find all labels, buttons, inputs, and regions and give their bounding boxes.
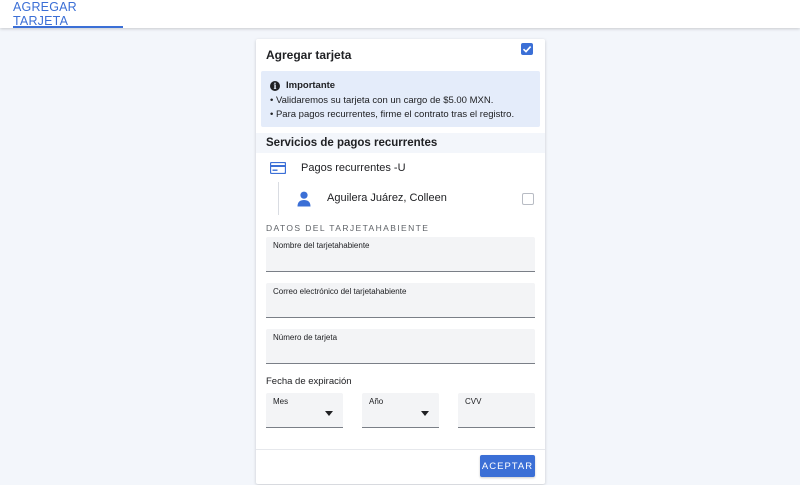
- recurring-services-header: Servicios de pagos recurrentes: [256, 133, 545, 153]
- person-icon: [297, 191, 311, 207]
- service-checkbox[interactable]: [521, 43, 533, 55]
- cardholder-name-field[interactable]: Nombre del tarjetahabiente: [266, 237, 535, 272]
- cvv-label: CVV: [465, 397, 482, 406]
- notice-line-charge: • Validaremos su tarjeta con un cargo de…: [270, 95, 494, 106]
- dropdown-caret-icon: [421, 411, 429, 416]
- year-select[interactable]: Año: [362, 393, 439, 428]
- field-label: Número de tarjeta: [273, 333, 338, 342]
- cardholder-heading: DATOS DEL TARJETAHABIENTE: [266, 223, 430, 233]
- dropdown-caret-icon: [325, 411, 333, 416]
- info-icon: i: [270, 80, 280, 91]
- top-tab-bar: AGREGAR TARJETA: [0, 0, 800, 28]
- footer-divider: [256, 449, 545, 450]
- tab-agregar-tarjeta[interactable]: AGREGAR TARJETA: [13, 0, 123, 28]
- tab-active-indicator: [13, 26, 123, 28]
- notice-title: Importante: [286, 80, 336, 91]
- credit-card-icon: [270, 162, 286, 174]
- person-checkbox[interactable]: [522, 193, 534, 205]
- notice-header: i Importante: [270, 80, 335, 91]
- card-title: Agregar tarjeta: [266, 48, 352, 62]
- card-number-field[interactable]: Número de tarjeta: [266, 329, 535, 364]
- cardholder-email-field[interactable]: Correo electrónico del tarjetahabiente: [266, 283, 535, 318]
- check-icon: [522, 46, 532, 53]
- field-label: Nombre del tarjetahabiente: [273, 241, 370, 250]
- month-select[interactable]: Mes: [266, 393, 343, 428]
- field-label: Correo electrónico del tarjetahabiente: [273, 287, 407, 296]
- service-label: Pagos recurrentes -U: [301, 162, 406, 174]
- year-label: Año: [369, 397, 384, 406]
- accept-button[interactable]: ACEPTAR: [480, 455, 535, 477]
- add-card-panel: Agregar tarjeta i Importante • Validarem…: [256, 39, 545, 484]
- section-title: Servicios de pagos recurrentes: [266, 137, 438, 149]
- cvv-field[interactable]: CVV: [458, 393, 535, 428]
- month-label: Mes: [273, 397, 289, 406]
- person-item: Aguilera Juárez, Colleen: [256, 189, 545, 209]
- person-name: Aguilera Juárez, Colleen: [327, 192, 447, 204]
- tab-label: AGREGAR TARJETA: [13, 0, 77, 28]
- notice-line-contract: • Para pagos recurrentes, firme el contr…: [270, 109, 515, 120]
- important-notice: i Importante • Validaremos su tarjeta co…: [261, 71, 540, 127]
- service-item-recurring: Pagos recurrentes -U: [256, 158, 545, 180]
- expiration-label: Fecha de expiración: [266, 376, 352, 387]
